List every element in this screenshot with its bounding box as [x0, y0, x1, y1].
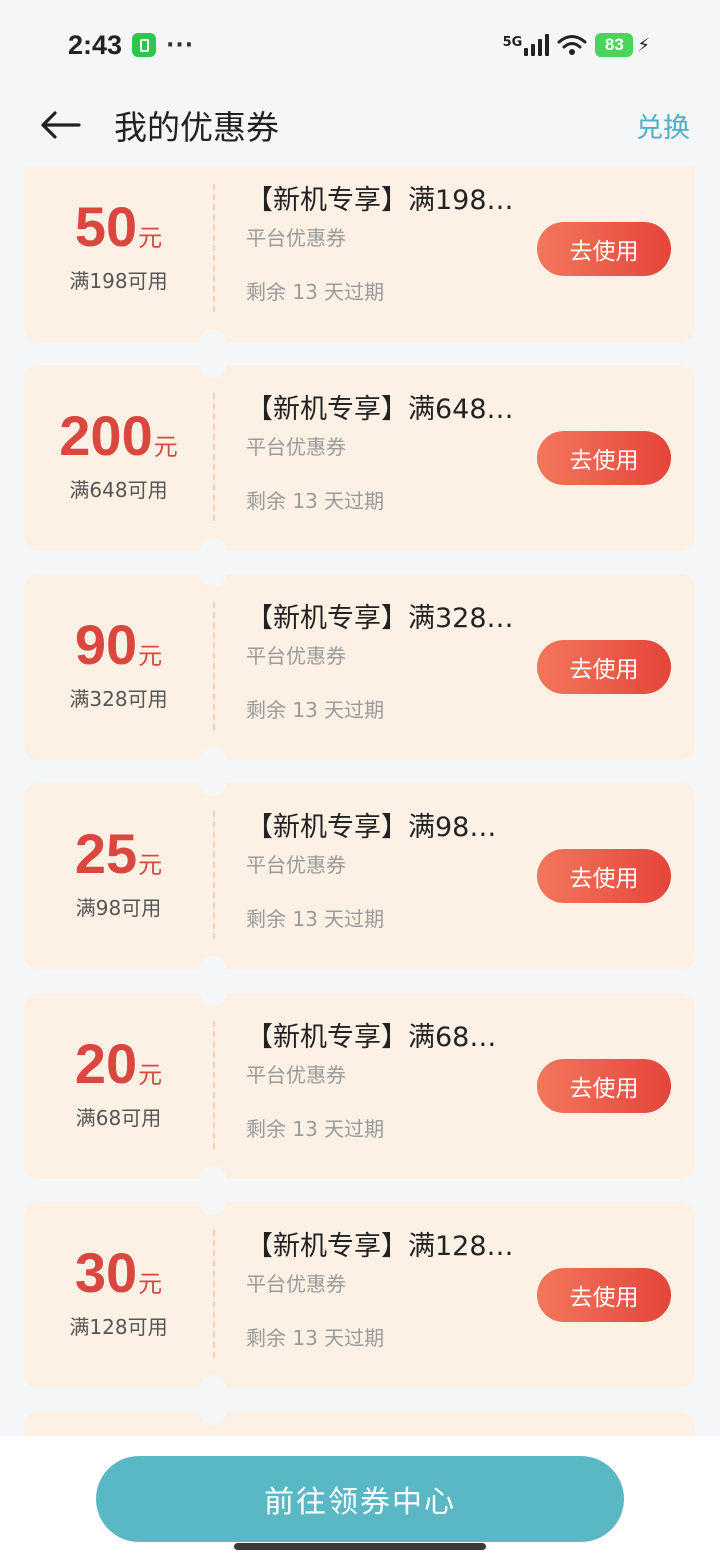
coupon-info: 【新机专享】满68… 平台优惠券 剩余 13 天过期	[246, 993, 546, 1179]
coupon-card: 90 元 满328可用 【新机专享】满328… 平台优惠券 剩余 13 天过期 …	[24, 574, 695, 760]
use-coupon-button[interactable]: 去使用	[537, 849, 671, 903]
coupon-amount-box: 30 元 满128可用	[24, 1202, 213, 1388]
coupon-amount-box: 200 元 满648可用	[24, 365, 213, 551]
arrow-left-icon	[41, 111, 81, 139]
coupon-info: 【新机专享】满98… 平台优惠券 剩余 13 天过期	[246, 783, 546, 969]
battery-saver-icon	[132, 33, 157, 57]
coupon-expire: 剩余 13 天过期	[246, 280, 385, 304]
coupon-amount-value: 25	[74, 821, 138, 885]
coupon-type: 平台优惠券	[246, 853, 346, 877]
coupon-title: 【新机专享】满198…	[246, 185, 514, 216]
home-indicator[interactable]	[234, 1543, 486, 1550]
coupon-card: 25 元 满98可用 【新机专享】满98… 平台优惠券 剩余 13 天过期 去使…	[24, 783, 695, 969]
coupon-amount-box: 50 元 满198可用	[24, 166, 213, 342]
coupon-amount-value: 20	[74, 1031, 138, 1095]
coupon-amount-unit: 元	[138, 1269, 163, 1298]
coupon-type: 平台优惠券	[246, 1272, 346, 1296]
coupon-amount: 25 元	[74, 821, 163, 885]
coupon-amount: 20 元	[74, 1031, 163, 1095]
network-type-label: 5G	[502, 35, 523, 50]
redeem-button[interactable]: 兑换	[636, 106, 690, 145]
use-coupon-button[interactable]: 去使用	[537, 640, 671, 694]
coupon-threshold: 满98可用	[75, 895, 162, 920]
coupon-expire: 剩余 13 天过期	[246, 1117, 385, 1141]
coupon-amount: 200 元	[59, 403, 178, 467]
coupon-type: 平台优惠券	[246, 644, 346, 668]
coupon-amount-box: 20 元 满68可用	[24, 993, 213, 1179]
coupon-amount-value: 30	[74, 1240, 138, 1304]
use-coupon-button[interactable]: 去使用	[537, 431, 671, 485]
coupon-title: 【新机专享】满68…	[246, 1022, 497, 1053]
coupon-list[interactable]: 50 元 满198可用 【新机专享】满198… 平台优惠券 剩余 13 天过期 …	[24, 166, 695, 1436]
coupon-title: 【新机专享】满98…	[246, 812, 497, 843]
coupon-threshold: 满648可用	[69, 477, 168, 502]
coupon-amount: 30 元	[74, 1240, 163, 1304]
coupon-expire: 剩余 13 天过期	[246, 907, 385, 931]
use-coupon-button[interactable]: 去使用	[537, 1268, 671, 1322]
coupon-info: 【新机专享】满198… 平台优惠券 剩余 13 天过期	[246, 166, 546, 342]
coupon-card: 20 元 满68可用 【新机专享】满68… 平台优惠券 剩余 13 天过期 去使…	[24, 993, 695, 1179]
coupon-title: 【新机专享】满328…	[246, 603, 514, 634]
coupon-card-partial	[24, 1412, 695, 1436]
coupon-amount-unit: 元	[138, 223, 163, 252]
coupon-info: 【新机专享】满648… 平台优惠券 剩余 13 天过期	[246, 365, 546, 551]
coupon-amount-value: 50	[74, 194, 138, 258]
coupon-threshold: 满198可用	[69, 268, 168, 293]
coupon-type: 平台优惠券	[246, 435, 346, 459]
coupon-card: 50 元 满198可用 【新机专享】满198… 平台优惠券 剩余 13 天过期 …	[24, 166, 695, 342]
coupon-expire: 剩余 13 天过期	[246, 698, 385, 722]
coupon-amount-value: 90	[74, 612, 138, 676]
coupon-center-button[interactable]: 前往领券中心	[96, 1456, 624, 1542]
coupon-amount-unit: 元	[138, 850, 163, 879]
more-notifications-icon: ···	[166, 32, 195, 58]
coupon-amount-unit: 元	[138, 1060, 163, 1089]
coupon-amount-box: 90 元 满328可用	[24, 574, 213, 760]
coupon-type: 平台优惠券	[246, 226, 346, 250]
coupon-expire: 剩余 13 天过期	[246, 1326, 385, 1350]
use-coupon-button[interactable]: 去使用	[537, 222, 671, 276]
coupon-amount-unit: 元	[138, 641, 163, 670]
header: 我的优惠券 兑换	[0, 90, 720, 160]
back-button[interactable]	[38, 103, 82, 147]
status-right: 5G 83 ⚡	[503, 33, 650, 57]
coupon-card: 200 元 满648可用 【新机专享】满648… 平台优惠券 剩余 13 天过期…	[24, 365, 695, 551]
battery-level: 83	[595, 33, 634, 57]
coupon-card: 30 元 满128可用 【新机专享】满128… 平台优惠券 剩余 13 天过期 …	[24, 1202, 695, 1388]
coupon-title: 【新机专享】满648…	[246, 394, 514, 425]
coupon-title: 【新机专享】满128…	[246, 1231, 514, 1262]
coupon-amount: 50 元	[74, 194, 163, 258]
wifi-icon	[557, 35, 587, 55]
page-title: 我的优惠券	[114, 108, 279, 147]
coupon-expire: 剩余 13 天过期	[246, 489, 385, 513]
charging-icon: ⚡	[637, 34, 650, 56]
signal-icon	[524, 34, 550, 56]
coupon-amount: 90 元	[74, 612, 163, 676]
coupon-amount-box: 25 元 满98可用	[24, 783, 213, 969]
coupon-type: 平台优惠券	[246, 1063, 346, 1087]
coupon-info: 【新机专享】满328… 平台优惠券 剩余 13 天过期	[246, 574, 546, 760]
coupon-amount-value: 200	[59, 403, 153, 467]
coupon-threshold: 满328可用	[69, 686, 168, 711]
status-left: 2:43 ···	[68, 30, 194, 61]
status-time: 2:43	[68, 29, 123, 60]
coupon-threshold: 满128可用	[69, 1314, 168, 1339]
use-coupon-button[interactable]: 去使用	[537, 1059, 671, 1113]
status-bar: 2:43 ··· 5G 83 ⚡	[0, 0, 720, 90]
coupon-amount-unit: 元	[153, 432, 178, 461]
coupon-info: 【新机专享】满128… 平台优惠券 剩余 13 天过期	[246, 1202, 546, 1388]
coupon-threshold: 满68可用	[75, 1105, 162, 1130]
